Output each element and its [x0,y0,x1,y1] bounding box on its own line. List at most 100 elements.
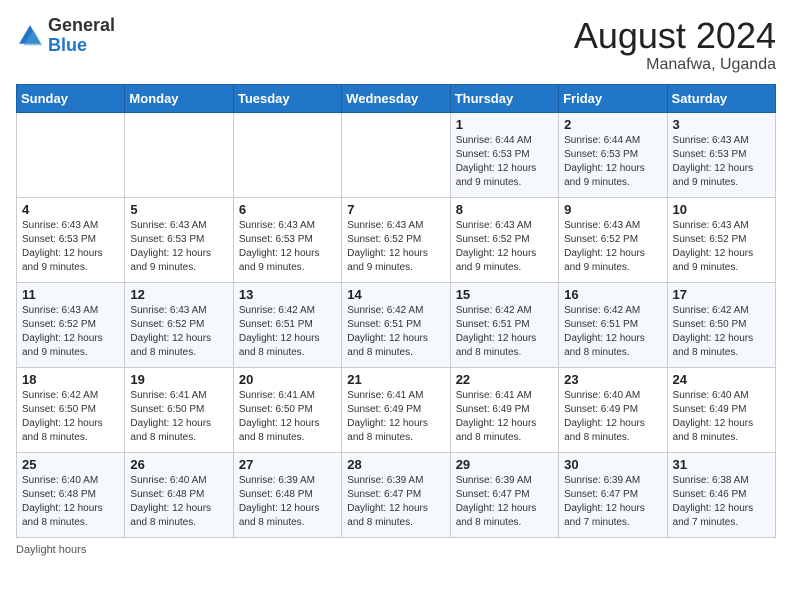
calendar-cell: 25Sunrise: 6:40 AM Sunset: 6:48 PM Dayli… [17,452,125,537]
header-row: SundayMondayTuesdayWednesdayThursdayFrid… [17,84,776,112]
cell-info: Sunrise: 6:43 AM Sunset: 6:53 PM Dayligh… [130,219,227,275]
month-year-title: August 2024 [574,16,776,56]
calendar-cell: 15Sunrise: 6:42 AM Sunset: 6:51 PM Dayli… [450,282,558,367]
calendar-cell [233,112,341,197]
logo-icon [16,22,44,50]
cell-info: Sunrise: 6:44 AM Sunset: 6:53 PM Dayligh… [564,134,661,190]
calendar-cell: 6Sunrise: 6:43 AM Sunset: 6:53 PM Daylig… [233,197,341,282]
cell-info: Sunrise: 6:44 AM Sunset: 6:53 PM Dayligh… [456,134,553,190]
calendar-header: SundayMondayTuesdayWednesdayThursdayFrid… [17,84,776,112]
calendar-week-3: 18Sunrise: 6:42 AM Sunset: 6:50 PM Dayli… [17,367,776,452]
cell-info: Sunrise: 6:38 AM Sunset: 6:46 PM Dayligh… [673,474,770,530]
calendar-cell: 16 Sunrise: 6:42 AM Sunset: 6:51 PM Dayli… [559,282,667,367]
cell-info: Sunrise: 6:41 AM Sunset: 6:50 PM Dayligh… [130,389,227,445]
calendar-cell: 1 Sunrise: 6:44 AM Sunset: 6:53 PM Daylig… [450,112,558,197]
header-day-wednesday: Wednesday [342,84,450,112]
calendar-cell [342,112,450,197]
day-number: 7 [347,202,444,217]
cell-info: Sunrise: 6:39 AM Sunset: 6:47 PM Dayligh… [456,474,553,530]
cell-info: Sunrise: 6:43 AM Sunset: 6:52 PM Dayligh… [347,219,444,275]
cell-info: Sunrise: 6:40 AM Sunset: 6:49 PM Dayligh… [673,389,770,445]
header-day-monday: Monday [125,84,233,112]
day-number: 23 [564,372,661,387]
calendar-cell: 7 Sunrise: 6:43 AM Sunset: 6:52 PM Daylig… [342,197,450,282]
calendar-cell: 18Sunrise: 6:42 AM Sunset: 6:50 PM Dayli… [17,367,125,452]
cell-info: Sunrise: 6:41 AM Sunset: 6:49 PM Dayligh… [347,389,444,445]
day-number: 12 [130,287,227,302]
calendar-cell: 2 Sunrise: 6:44 AM Sunset: 6:53 PM Daylig… [559,112,667,197]
day-number: 28 [347,457,444,472]
calendar-week-4: 25 Sunrise: 6:40 AM Sunset: 6:48 PM Dayli… [17,452,776,537]
calendar-cell: 26 Sunrise: 6:40 AM Sunset: 6:48 PM Dayli… [125,452,233,537]
day-number: 24 [673,372,770,387]
calendar-cell: 13Sunrise: 6:42 AM Sunset: 6:51 PM Dayli… [233,282,341,367]
cell-info: Sunrise: 6:40 AM Sunset: 6:49 PM Dayligh… [564,389,661,445]
cell-info: Sunrise: 6:43 AM Sunset: 6:52 PM Dayligh… [564,219,661,275]
calendar-table: SundayMondayTuesdayWednesdayThursdayFrid… [16,84,776,538]
day-number: 13 [239,287,336,302]
header-day-tuesday: Tuesday [233,84,341,112]
cell-info: Sunrise: 6:42 AM Sunset: 6:50 PM Dayligh… [673,304,770,360]
day-number: 9 [564,202,661,217]
calendar-cell: 29 Sunrise: 6:39 AM Sunset: 6:47 PM Dayli… [450,452,558,537]
day-number: 21 [347,372,444,387]
calendar-cell: 23 Sunrise: 6:40 AM Sunset: 6:49 PM Dayli… [559,367,667,452]
cell-info: Sunrise: 6:43 AM Sunset: 6:52 PM Dayligh… [673,219,770,275]
cell-info: Sunrise: 6:39 AM Sunset: 6:48 PM Dayligh… [239,474,336,530]
day-number: 22 [456,372,553,387]
day-number: 26 [130,457,227,472]
location-title: Manafwa, Uganda [574,56,776,74]
calendar-week-1: 4 Sunrise: 6:43 AM Sunset: 6:53 PM Daylig… [17,197,776,282]
calendar-cell: 31Sunrise: 6:38 AM Sunset: 6:46 PM Dayli… [667,452,775,537]
cell-info: Sunrise: 6:43 AM Sunset: 6:52 PM Dayligh… [22,304,119,360]
calendar-cell: 17 Sunrise: 6:42 AM Sunset: 6:50 PM Dayli… [667,282,775,367]
day-number: 4 [22,202,119,217]
calendar-cell: 9 Sunrise: 6:43 AM Sunset: 6:52 PM Daylig… [559,197,667,282]
footer: Daylight hours [16,544,776,556]
cell-info: Sunrise: 6:42 AM Sunset: 6:51 PM Dayligh… [347,304,444,360]
calendar-cell: 10 Sunrise: 6:43 AM Sunset: 6:52 PM Dayli… [667,197,775,282]
day-number: 18 [22,372,119,387]
calendar-cell: 20Sunrise: 6:41 AM Sunset: 6:50 PM Dayli… [233,367,341,452]
logo-general: General [48,15,115,35]
cell-info: Sunrise: 6:42 AM Sunset: 6:51 PM Dayligh… [456,304,553,360]
day-number: 17 [673,287,770,302]
cell-info: Sunrise: 6:42 AM Sunset: 6:51 PM Dayligh… [564,304,661,360]
day-number: 8 [456,202,553,217]
day-number: 25 [22,457,119,472]
day-number: 3 [673,117,770,132]
calendar-cell [17,112,125,197]
cell-info: Sunrise: 6:43 AM Sunset: 6:53 PM Dayligh… [22,219,119,275]
day-number: 14 [347,287,444,302]
day-number: 5 [130,202,227,217]
day-number: 16 [564,287,661,302]
header-day-saturday: Saturday [667,84,775,112]
cell-info: Sunrise: 6:43 AM Sunset: 6:53 PM Dayligh… [673,134,770,190]
calendar-body: 1 Sunrise: 6:44 AM Sunset: 6:53 PM Daylig… [17,112,776,537]
cell-info: Sunrise: 6:39 AM Sunset: 6:47 PM Dayligh… [347,474,444,530]
calendar-week-2: 11 Sunrise: 6:43 AM Sunset: 6:52 PM Dayli… [17,282,776,367]
calendar-cell: 28 Sunrise: 6:39 AM Sunset: 6:47 PM Dayli… [342,452,450,537]
calendar-cell: 8Sunrise: 6:43 AM Sunset: 6:52 PM Daylig… [450,197,558,282]
title-block: August 2024 Manafwa, Uganda [574,16,776,74]
day-number: 2 [564,117,661,132]
header-day-thursday: Thursday [450,84,558,112]
day-number: 10 [673,202,770,217]
daylight-label: Daylight hours [16,544,86,556]
calendar-week-0: 1 Sunrise: 6:44 AM Sunset: 6:53 PM Daylig… [17,112,776,197]
calendar-cell: 24 Sunrise: 6:40 AM Sunset: 6:49 PM Dayli… [667,367,775,452]
calendar-cell [125,112,233,197]
day-number: 1 [456,117,553,132]
day-number: 29 [456,457,553,472]
cell-info: Sunrise: 6:40 AM Sunset: 6:48 PM Dayligh… [130,474,227,530]
calendar-cell: 3 Sunrise: 6:43 AM Sunset: 6:53 PM Daylig… [667,112,775,197]
cell-info: Sunrise: 6:43 AM Sunset: 6:52 PM Dayligh… [130,304,227,360]
page-header: General Blue August 2024 Manafwa, Uganda [16,16,776,74]
day-number: 20 [239,372,336,387]
day-number: 30 [564,457,661,472]
cell-info: Sunrise: 6:41 AM Sunset: 6:49 PM Dayligh… [456,389,553,445]
day-number: 11 [22,287,119,302]
calendar-cell: 5 Sunrise: 6:43 AM Sunset: 6:53 PM Daylig… [125,197,233,282]
calendar-cell: 11 Sunrise: 6:43 AM Sunset: 6:52 PM Dayli… [17,282,125,367]
header-day-sunday: Sunday [17,84,125,112]
